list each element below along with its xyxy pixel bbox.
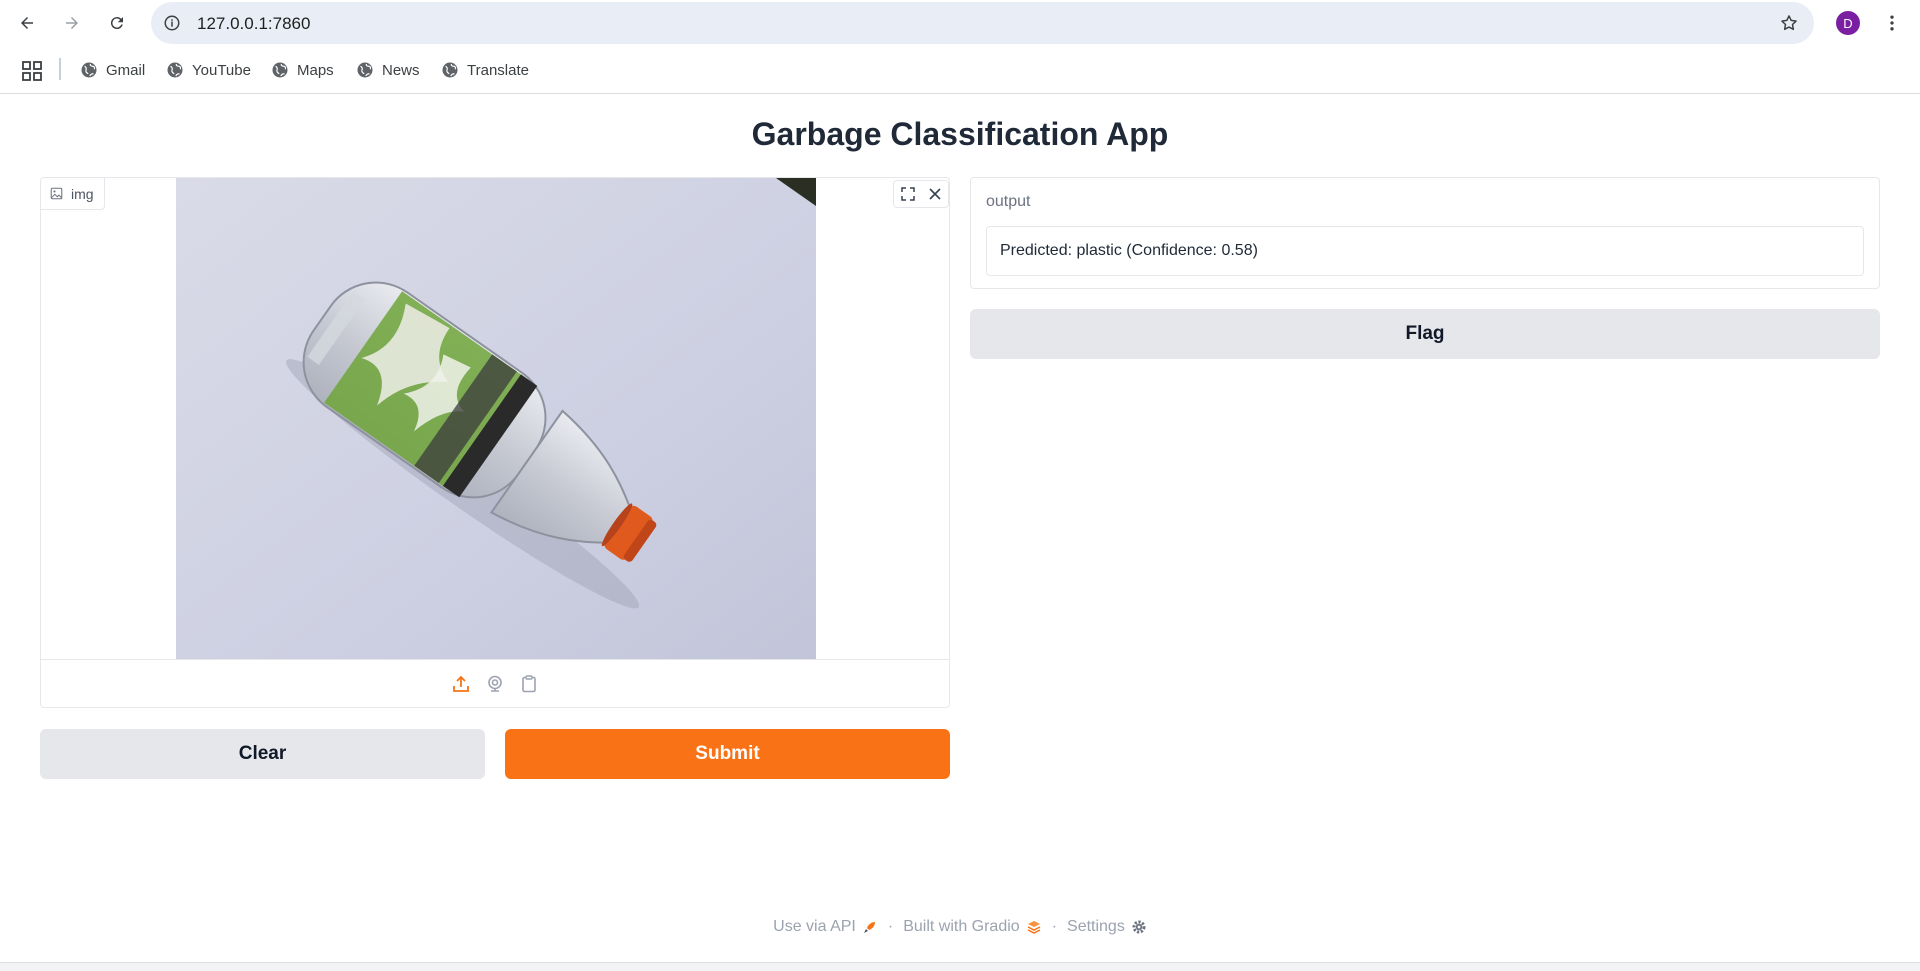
bookmarks-bar: Gmail YouTube Maps News Translate [0, 46, 1920, 94]
reload-icon [110, 17, 123, 30]
image-source-bar [41, 659, 949, 707]
bookmark-news[interactable]: News [356, 58, 420, 82]
window-bottom-edge [0, 962, 1920, 971]
site-info-icon[interactable] [161, 12, 183, 34]
fullscreen-icon[interactable] [900, 186, 916, 202]
browser-toolbar: 127.0.0.1:7860 D [0, 0, 1920, 46]
globe-icon [81, 62, 97, 78]
use-via-api-link[interactable]: Use via API [773, 918, 878, 936]
image-tools [893, 180, 949, 208]
reload-button[interactable] [101, 7, 133, 39]
bookmark-star-icon[interactable] [1778, 12, 1800, 34]
close-icon[interactable] [927, 186, 943, 202]
flag-button[interactable]: Flag [970, 309, 1880, 359]
output-label: output [986, 193, 1031, 210]
page-title: Garbage Classification App [751, 116, 1169, 152]
arrow-left-icon [21, 17, 33, 29]
apps-grid-icon[interactable] [22, 61, 42, 81]
profile-avatar[interactable]: D [1836, 11, 1860, 35]
clipboard-icon[interactable] [519, 674, 539, 694]
url-text: 127.0.0.1:7860 [197, 14, 311, 33]
image-icon [50, 187, 63, 200]
address-bar[interactable]: 127.0.0.1:7860 [151, 2, 1814, 44]
arrow-right-icon [66, 17, 78, 29]
footer: Use via API · Built with Gradio · Settin… [0, 918, 1920, 936]
webcam-icon[interactable] [485, 674, 505, 694]
bookmark-maps[interactable]: Maps [271, 58, 334, 82]
settings-link[interactable]: Settings [1067, 918, 1147, 936]
image-input[interactable]: img [40, 177, 950, 708]
footer-separator: · [887, 918, 894, 935]
clear-button[interactable]: Clear [40, 729, 485, 779]
gradio-logo-icon [1027, 921, 1041, 934]
globe-icon [272, 62, 288, 78]
bottle-photo [176, 178, 816, 659]
forward-button[interactable] [56, 7, 88, 39]
rocket-icon [863, 922, 875, 933]
bookmark-translate[interactable]: Translate [441, 58, 529, 82]
browser-menu-icon[interactable] [1880, 9, 1904, 37]
globe-icon [357, 62, 373, 78]
globe-icon [167, 62, 183, 78]
output-panel: output Predicted: plastic (Confidence: 0… [970, 177, 1880, 289]
footer-separator: · [1051, 918, 1058, 935]
uploaded-image [176, 178, 816, 659]
bookmark-separator [59, 58, 61, 80]
built-with-gradio-link[interactable]: Built with Gradio [903, 918, 1042, 936]
bookmark-youtube[interactable]: YouTube [166, 58, 251, 82]
globe-icon [442, 62, 458, 78]
back-button[interactable] [11, 7, 43, 39]
upload-icon[interactable] [451, 674, 471, 694]
submit-button[interactable]: Submit [505, 729, 950, 779]
gear-icon [1132, 920, 1146, 934]
image-input-label: img [41, 178, 105, 210]
output-textbox[interactable]: Predicted: plastic (Confidence: 0.58) [986, 226, 1864, 276]
bookmark-gmail[interactable]: Gmail [80, 58, 145, 82]
